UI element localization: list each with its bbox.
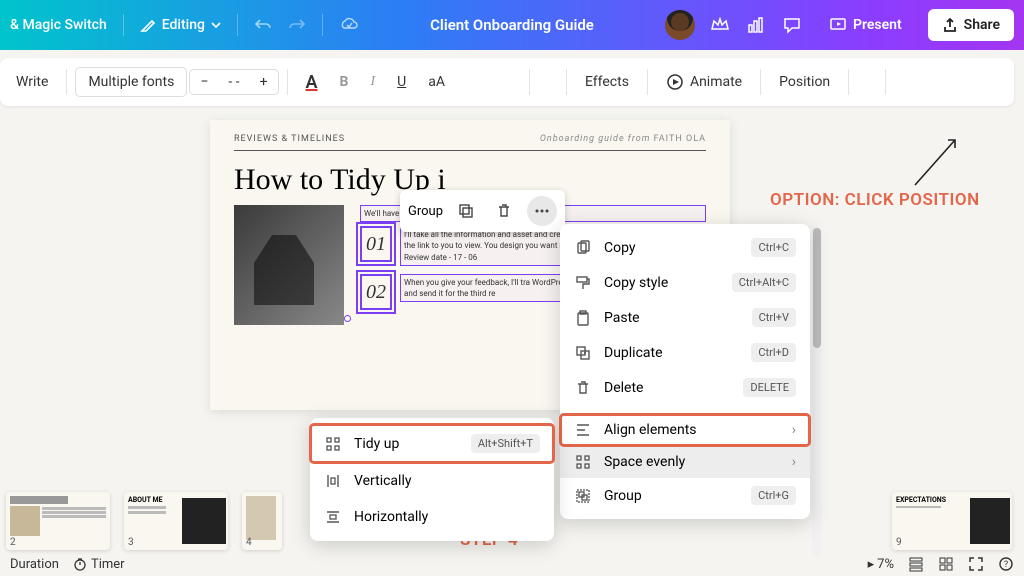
thumbnail[interactable]: EXPECTATIONS 9 (892, 492, 1012, 550)
letter-case-button[interactable]: aA (418, 68, 455, 96)
context-menu: CopyCtrl+C Copy styleCtrl+Alt+C PasteCtr… (560, 224, 810, 519)
more-tools-button[interactable] (894, 72, 914, 92)
vertical-icon (324, 473, 342, 489)
text-color-button[interactable]: A (296, 66, 328, 99)
position-button[interactable]: Position (769, 68, 840, 96)
pencil-icon (140, 17, 156, 33)
document-title[interactable]: Client Onboarding Guide (430, 16, 594, 34)
menu-space-evenly[interactable]: Space evenly› (560, 446, 810, 478)
share-button[interactable]: Share (928, 9, 1014, 41)
more-options-icon[interactable] (527, 196, 557, 226)
menu-duplicate[interactable]: DuplicateCtrl+D (560, 335, 810, 370)
submenu-horizontally[interactable]: Horizontally (310, 499, 554, 535)
cloud-sync-icon[interactable] (339, 15, 359, 35)
spacing-button[interactable] (501, 72, 521, 92)
animate-icon (666, 73, 684, 91)
magic-switch-button[interactable]: & Magic Switch (10, 17, 107, 33)
slide-header-left: REVIEWS & TIMELINES (234, 134, 345, 144)
duration-button[interactable]: Duration (10, 557, 59, 572)
tidy-icon (324, 436, 342, 452)
svg-text:?: ? (1004, 560, 1008, 570)
animate-button[interactable]: Animate (656, 67, 752, 97)
menu-copy-style[interactable]: Copy styleCtrl+Alt+C (560, 265, 810, 300)
font-size-value: - - (218, 70, 249, 94)
selected-number-box[interactable]: 02 (360, 274, 392, 310)
trash-icon[interactable] (489, 196, 519, 226)
menu-delete[interactable]: DeleteDELETE (560, 370, 810, 405)
group-icon (574, 488, 592, 504)
alignment-button[interactable] (457, 72, 477, 92)
transparency-button[interactable] (538, 72, 558, 92)
submenu-vertically[interactable]: Vertically (310, 463, 554, 499)
space-evenly-icon (574, 454, 592, 470)
bold-button[interactable]: B (330, 68, 359, 96)
annotation-option: OPTION: CLICK POSITION (770, 190, 980, 210)
format-painter-icon[interactable] (857, 72, 877, 92)
comment-icon[interactable] (781, 14, 803, 36)
paint-roller-icon (574, 275, 592, 291)
menu-copy[interactable]: CopyCtrl+C (560, 230, 810, 265)
decrease-size-button[interactable]: − (190, 70, 218, 94)
submenu-tidy-up[interactable]: Tidy upAlt+Shift+T (310, 424, 554, 463)
menu-align-elements[interactable]: Align elements› (560, 414, 810, 446)
trash-icon (574, 380, 592, 396)
slide-header-right: Onboarding guide from FAITH OLA (540, 134, 706, 144)
undo-icon[interactable] (254, 16, 272, 34)
page-list-icon[interactable] (908, 556, 924, 572)
editing-dropdown[interactable]: Editing (140, 17, 221, 33)
fullscreen-icon[interactable] (968, 556, 984, 572)
help-icon[interactable]: ? (998, 556, 1014, 572)
list-button[interactable] (479, 72, 499, 92)
redo-icon[interactable] (288, 16, 306, 34)
bottom-bar: Duration Timer ▸ 7% ? (0, 552, 1024, 576)
font-size-stepper[interactable]: − - - + (189, 69, 278, 95)
slide-image (234, 205, 344, 325)
timer-icon (73, 557, 87, 571)
chevron-down-icon (211, 20, 221, 30)
magic-write-button[interactable]: Write (6, 68, 58, 96)
analytics-icon[interactable] (745, 14, 767, 36)
align-icon (574, 422, 592, 438)
duplicate-icon (574, 345, 592, 361)
group-button[interactable]: Group (408, 204, 443, 219)
copy-icon (574, 240, 592, 256)
menu-group[interactable]: GroupCtrl+G (560, 478, 810, 513)
clipboard-icon (574, 310, 592, 326)
selected-number-box[interactable]: 01 (360, 226, 392, 262)
app-topbar: & Magic Switch Editing Client Onboarding… (0, 0, 1024, 50)
grid-view-icon[interactable] (938, 556, 954, 572)
annotation-arrow (910, 130, 970, 190)
upload-icon (942, 17, 958, 33)
zoom-level[interactable]: ▸ 7% (868, 557, 894, 572)
present-icon (829, 16, 847, 34)
italic-button[interactable]: I (360, 68, 385, 96)
menu-paste[interactable]: PasteCtrl+V (560, 300, 810, 335)
timer-button[interactable]: Timer (73, 557, 125, 572)
thumbnail[interactable]: 4 (242, 492, 282, 550)
selection-toolbar: Group (400, 190, 565, 232)
selection-handle[interactable] (344, 315, 351, 322)
user-avatar[interactable] (665, 10, 695, 40)
crown-icon[interactable] (709, 14, 731, 36)
space-evenly-submenu: Tidy upAlt+Shift+T Vertically Horizontal… (310, 418, 554, 541)
horizontal-icon (324, 509, 342, 525)
text-toolbar: Write Multiple fonts − - - + A B I U aA … (0, 58, 1014, 106)
present-button[interactable]: Present (817, 10, 914, 40)
increase-size-button[interactable]: + (250, 70, 278, 94)
underline-button[interactable]: U (387, 68, 416, 96)
font-picker[interactable]: Multiple fonts (75, 67, 187, 97)
context-menu-scrollbar[interactable] (812, 226, 822, 556)
slide-thumbnails: 2 ABOUT ME 3 4 (6, 492, 282, 550)
thumbnail[interactable]: ABOUT ME 3 (124, 492, 228, 550)
thumbnail[interactable]: 2 (6, 492, 110, 550)
duplicate-icon[interactable] (451, 196, 481, 226)
effects-button[interactable]: Effects (575, 68, 639, 96)
